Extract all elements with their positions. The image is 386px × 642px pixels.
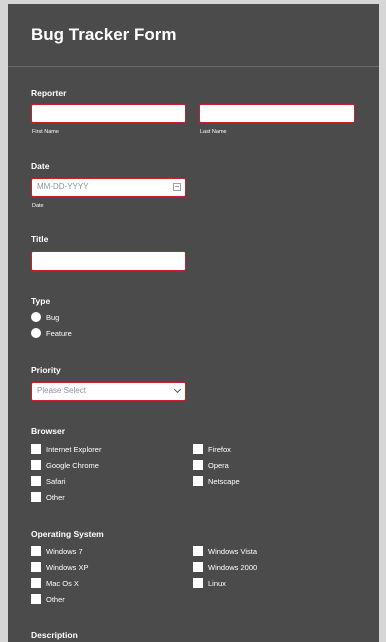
checkbox-windows-7-label: Windows 7 bbox=[46, 547, 83, 556]
checkbox-windows-vista[interactable] bbox=[193, 546, 203, 556]
date-label: Date bbox=[31, 161, 50, 171]
reporter-label: Reporter bbox=[31, 88, 67, 98]
calendar-icon[interactable] bbox=[173, 183, 181, 191]
checkbox-os-other[interactable] bbox=[31, 594, 41, 604]
form-card: Bug Tracker Form Reporter First Name Las… bbox=[8, 4, 379, 642]
checkbox-windows-2000[interactable] bbox=[193, 562, 203, 572]
form-title: Bug Tracker Form bbox=[31, 25, 177, 44]
form-header: Bug Tracker Form bbox=[8, 4, 379, 67]
checkbox-browser-other-label: Other bbox=[46, 493, 65, 502]
checkbox-google-chrome[interactable] bbox=[31, 460, 41, 470]
browser-label: Browser bbox=[31, 426, 66, 436]
date-input[interactable]: MM-DD-YYYY bbox=[31, 178, 186, 197]
checkbox-linux[interactable] bbox=[193, 578, 203, 588]
description-label: Description bbox=[31, 630, 78, 640]
title-input[interactable] bbox=[31, 251, 186, 271]
checkbox-windows-7[interactable] bbox=[31, 546, 41, 556]
date-sublabel: Date bbox=[32, 203, 44, 209]
first-name-input[interactable] bbox=[31, 104, 186, 123]
last-name-input[interactable] bbox=[199, 104, 355, 123]
title-label: Title bbox=[31, 234, 49, 244]
checkbox-mac-os-x-label: Mac Os X bbox=[46, 579, 79, 588]
priority-select[interactable]: Please Select bbox=[31, 382, 186, 401]
checkbox-windows-xp-label: Windows XP bbox=[46, 563, 89, 572]
checkbox-firefox-label: Firefox bbox=[208, 445, 231, 454]
checkbox-opera-label: Opera bbox=[208, 461, 229, 470]
chevron-down-icon bbox=[173, 385, 182, 394]
checkbox-safari[interactable] bbox=[31, 476, 41, 486]
checkbox-windows-xp[interactable] bbox=[31, 562, 41, 572]
checkbox-windows-vista-label: Windows Vista bbox=[208, 547, 258, 556]
radio-feature[interactable] bbox=[31, 328, 41, 338]
checkbox-windows-2000-label: Windows 2000 bbox=[208, 563, 258, 572]
checkbox-netscape-label: Netscape bbox=[208, 477, 240, 486]
type-label: Type bbox=[31, 296, 51, 306]
first-name-sublabel: First Name bbox=[32, 129, 59, 135]
checkbox-opera[interactable] bbox=[193, 460, 203, 470]
date-placeholder: MM-DD-YYYY bbox=[37, 182, 89, 191]
checkbox-internet-explorer-label: Internet Explorer bbox=[46, 445, 102, 454]
checkbox-google-chrome-label: Google Chrome bbox=[46, 461, 99, 470]
checkbox-browser-other[interactable] bbox=[31, 492, 41, 502]
checkbox-linux-label: Linux bbox=[208, 579, 226, 588]
os-label: Operating System bbox=[31, 529, 104, 539]
checkbox-firefox[interactable] bbox=[193, 444, 203, 454]
checkbox-safari-label: Safari bbox=[46, 477, 66, 486]
radio-bug[interactable] bbox=[31, 312, 41, 322]
radio-bug-label: Bug bbox=[46, 313, 60, 322]
checkbox-os-other-label: Other bbox=[46, 595, 65, 604]
radio-feature-label: Feature bbox=[46, 329, 72, 338]
checkbox-internet-explorer[interactable] bbox=[31, 444, 41, 454]
last-name-sublabel: Last Name bbox=[200, 129, 227, 135]
checkbox-netscape[interactable] bbox=[193, 476, 203, 486]
priority-label: Priority bbox=[31, 365, 61, 375]
checkbox-mac-os-x[interactable] bbox=[31, 578, 41, 588]
priority-selected-value: Please Select bbox=[37, 386, 86, 395]
